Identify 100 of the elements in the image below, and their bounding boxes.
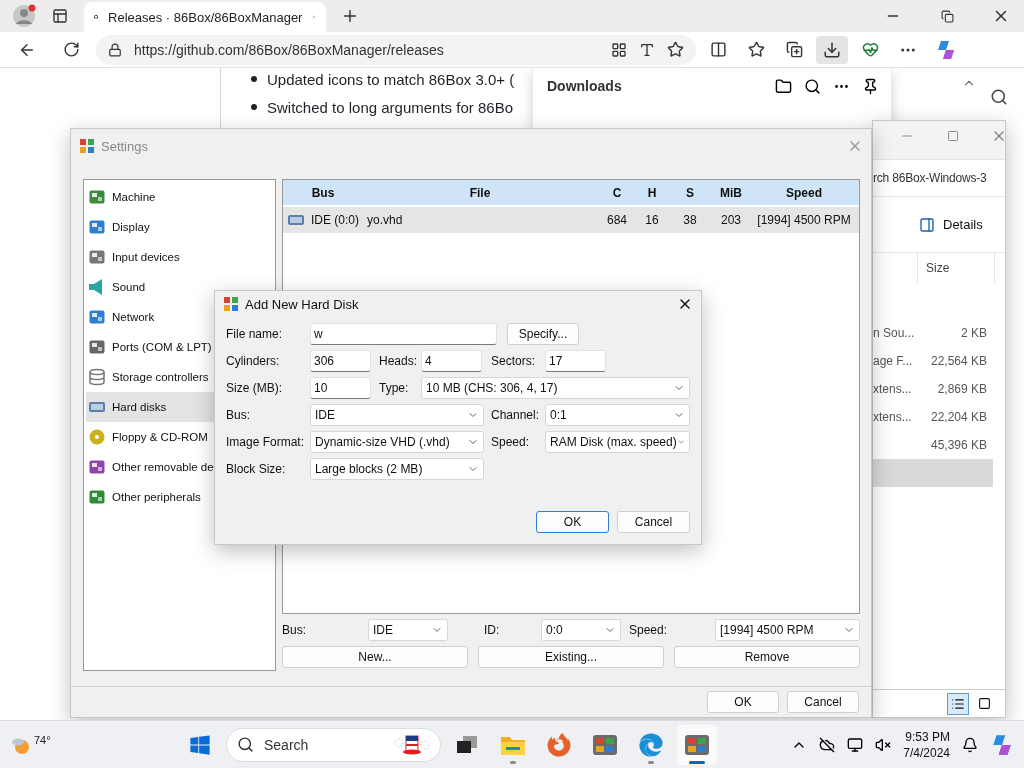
- grid-icon[interactable]: [611, 41, 627, 58]
- lock-icon: [108, 42, 122, 57]
- app-logo-icon: [79, 138, 95, 154]
- disc-icon: [88, 428, 106, 446]
- database-icon: [88, 368, 106, 386]
- list-view-button[interactable]: [947, 692, 969, 715]
- dropdown[interactable]: IDE: [368, 619, 448, 641]
- cloud-off-icon[interactable]: [819, 736, 836, 753]
- dropdown[interactable]: 0:0: [541, 619, 621, 641]
- input-field[interactable]: 17: [545, 350, 606, 372]
- file-row[interactable]: n Sou... 2 KB: [873, 319, 993, 347]
- dialog-button[interactable]: OK: [707, 691, 779, 713]
- disk-button[interactable]: Existing...: [478, 646, 664, 668]
- column-header[interactable]: Size: [917, 253, 995, 283]
- letter-icon[interactable]: [639, 41, 655, 58]
- file-name: xtens...: [873, 410, 912, 424]
- disk-button[interactable]: New...: [282, 646, 468, 668]
- file-size: 22,564 KB: [930, 354, 987, 368]
- file-row[interactable]: 45,396 KB: [873, 431, 993, 459]
- category-item[interactable]: Floppy & CD-ROM: [86, 422, 208, 452]
- details-pane-icon: [919, 216, 935, 233]
- dropdown[interactable]: 0:1: [545, 404, 690, 426]
- bell-icon[interactable]: [962, 736, 978, 753]
- refresh-icon[interactable]: [62, 41, 80, 58]
- mute-icon[interactable]: [875, 736, 892, 753]
- file-size: 2,869 KB: [937, 382, 987, 396]
- file-row[interactable]: xtens... 22,204 KB: [873, 403, 993, 431]
- dropdown[interactable]: 10 MB (CHS: 306, 4, 17): [421, 377, 690, 399]
- specify-button[interactable]: Specify...: [507, 323, 579, 345]
- bullet-icon: [251, 76, 257, 82]
- copilot-icon[interactable]: [935, 38, 957, 61]
- search-field[interactable]: rch 86Box-Windows-3: [873, 159, 1005, 197]
- category-item[interactable]: Other peripherals: [86, 482, 201, 512]
- category-item[interactable]: Ports (COM & LPT): [86, 332, 212, 362]
- field-label: Image Format:: [226, 435, 306, 449]
- window-title: Settings: [101, 138, 149, 154]
- column-header[interactable]: MiB: [713, 185, 749, 200]
- new-tab-icon[interactable]: [341, 7, 359, 25]
- list-icon: [951, 696, 965, 711]
- maximize-icon[interactable]: [947, 130, 959, 142]
- split-screen-icon[interactable]: [709, 41, 727, 58]
- file-row[interactable]: age F... 22,564 KB: [873, 347, 993, 375]
- heart-icon[interactable]: [861, 41, 879, 58]
- category-item[interactable]: Other removable de: [86, 452, 214, 482]
- input-field[interactable]: 306: [310, 350, 371, 372]
- column-header[interactable]: Bus: [283, 185, 363, 200]
- date-text: 7/4/2024: [903, 744, 950, 761]
- tab-actions-icon[interactable]: [52, 8, 68, 24]
- search-icon[interactable]: [990, 88, 1008, 106]
- download-icon: [823, 40, 841, 59]
- input-field[interactable]: 4: [421, 350, 482, 372]
- file-name: xtens...: [873, 382, 912, 396]
- category-item[interactable]: Display: [86, 212, 150, 242]
- category-item[interactable]: Storage controllers: [86, 362, 209, 392]
- disk-button[interactable]: Remove: [674, 646, 860, 668]
- page-text: Updated icons to match 86Box 3.0+ (: [267, 70, 515, 88]
- column-header[interactable]: Speed: [749, 185, 859, 200]
- star-icon[interactable]: [747, 41, 765, 58]
- downloads-button[interactable]: [816, 35, 848, 64]
- collections-icon[interactable]: [785, 41, 803, 58]
- category-item[interactable]: Sound: [86, 272, 146, 302]
- restore-icon[interactable]: [940, 9, 954, 23]
- field-label: Channel:: [491, 408, 541, 422]
- address-bar[interactable]: https://github.com/86Box/86BoxManager/releases: [96, 34, 696, 65]
- dropdown[interactable]: IDE: [310, 404, 484, 426]
- dropdown[interactable]: Dynamic-size VHD (.vhd): [310, 431, 484, 453]
- column-header[interactable]: S: [667, 185, 713, 200]
- star-icon[interactable]: [667, 41, 684, 58]
- pin-icon[interactable]: [862, 77, 879, 95]
- dialog-button[interactable]: Cancel: [787, 691, 859, 713]
- weather-widget[interactable]: 74°: [10, 733, 180, 756]
- file-row[interactable]: xtens... 2,869 KB: [873, 375, 993, 403]
- dropdown[interactable]: Large blocks (2 MB): [310, 458, 484, 480]
- clock[interactable]: 9:53 PM 7/4/2024: [903, 728, 950, 761]
- app-logo-icon: [223, 296, 239, 312]
- input-field[interactable]: 10: [310, 377, 371, 399]
- profile-avatar[interactable]: [12, 4, 36, 28]
- category-item[interactable]: Network: [86, 302, 155, 332]
- input-field[interactable]: w: [310, 323, 497, 345]
- search-icon[interactable]: [804, 77, 821, 95]
- copilot-icon[interactable]: [990, 732, 1014, 757]
- dropdown[interactable]: RAM Disk (max. speed): [545, 431, 690, 453]
- dialog-button[interactable]: Cancel: [617, 511, 690, 533]
- category-item[interactable]: Machine: [86, 182, 156, 212]
- browser-tab[interactable]: Releases · 86Box/86BoxManager: [84, 2, 326, 32]
- table-row[interactable]: IDE (0:0) yo.vhd 684 16 38 203 [1994] 4500 RPM: [283, 207, 859, 233]
- dialog-button[interactable]: OK: [536, 511, 609, 533]
- windows-logo-icon: [189, 733, 211, 756]
- field-label: Speed:: [629, 623, 669, 637]
- temperature-text: 74°: [34, 733, 51, 746]
- taskbar-search[interactable]: Search: [226, 727, 441, 762]
- category-item[interactable]: Input devices: [86, 242, 180, 272]
- table-cell-text: 684: [606, 213, 628, 227]
- details-button[interactable]: Details: [919, 216, 983, 233]
- column-header[interactable]: File: [363, 185, 597, 200]
- dropdown[interactable]: [1994] 4500 RPM: [715, 619, 860, 641]
- folder-icon[interactable]: [775, 77, 792, 95]
- column-header[interactable]: H: [637, 185, 667, 200]
- column-header[interactable]: C: [597, 185, 637, 200]
- file-size: 45,396 KB: [930, 438, 987, 452]
